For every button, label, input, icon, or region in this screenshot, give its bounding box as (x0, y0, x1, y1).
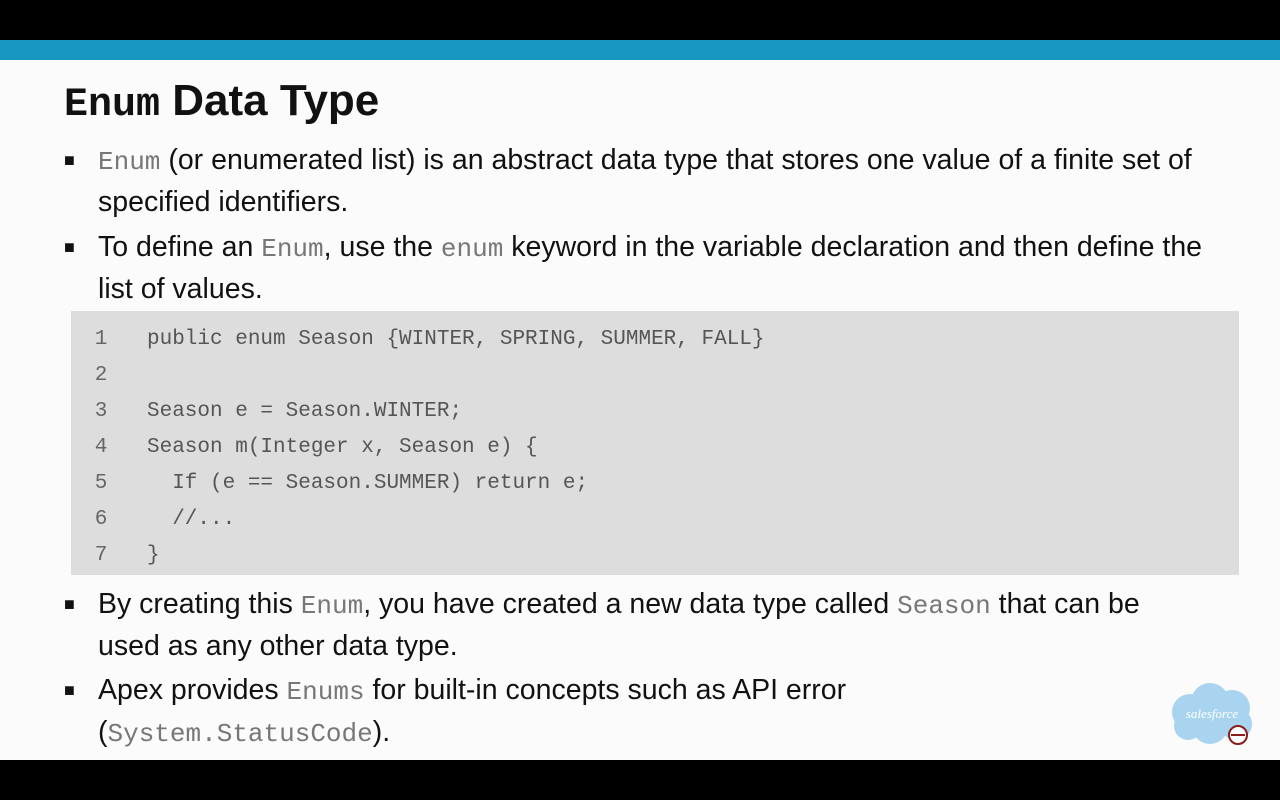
video-frame: Enum Data Type ■ Enum (or enumerated lis… (0, 0, 1280, 800)
salesforce-cloud-logo-icon: salesforce (1172, 683, 1252, 745)
inline-code: Enum (261, 234, 324, 264)
bullet-text-segment: , you have created a new data type calle… (363, 588, 898, 620)
bullet-text-segment: ). (372, 716, 391, 748)
code-line-text: If (e == Season.SUMMER) return e; (147, 471, 589, 495)
slide-title-text: Data Type (172, 76, 380, 125)
code-line-number: 5 (94, 471, 108, 495)
code-line-text: public enum Season {WINTER, SPRING, SUMM… (147, 327, 765, 351)
slide: Enum Data Type ■ Enum (or enumerated lis… (0, 40, 1280, 760)
bullet-square-icon: ■ (64, 680, 75, 700)
bullet-item: ■ Enum (or enumerated list) is an abstra… (64, 140, 1224, 222)
inline-code: System.StatusCode (107, 719, 373, 749)
bullet-text-segment: Apex provides (98, 674, 287, 706)
inline-code: Enum (98, 147, 161, 177)
bullet-text: To define an Enum, use the enum keyword … (98, 227, 1224, 309)
bullet-item: ■ Apex provides Enums for built-in conce… (64, 670, 1064, 754)
bullet-text-segment: To define an (98, 231, 262, 263)
code-line: 3 Season e = Season.WINTER; (71, 393, 462, 429)
code-line-text: Season m(Integer x, Season e) { (147, 435, 538, 459)
bottom-letterbox (0, 760, 1280, 800)
bullet-item: ■ By creating this Enum, you have create… (64, 584, 1164, 666)
slide-accent-bar (0, 40, 1280, 60)
code-line-number: 4 (94, 435, 108, 459)
bullet-text: Enum (or enumerated list) is an abstract… (98, 140, 1224, 222)
inline-code: Enum (300, 591, 364, 621)
code-line: 1 public enum Season {WINTER, SPRING, SUM… (71, 321, 765, 357)
bullet-square-icon: ■ (64, 150, 75, 170)
inline-code: enum (440, 234, 504, 264)
code-line: 4 Season m(Integer x, Season e) { (71, 429, 538, 465)
code-line: 5 If (e == Season.SUMMER) return e; (71, 465, 588, 501)
bullet-text-segment: , use the (323, 231, 441, 263)
inline-code: Enums (286, 677, 365, 707)
logo-text: salesforce (1186, 706, 1238, 721)
bullet-text-segment: (or enumerated list) is an abstract data… (98, 144, 1192, 218)
code-line-number: 6 (94, 507, 108, 531)
bullet-text: By creating this Enum, you have created … (98, 584, 1164, 666)
bullet-text: Apex provides Enums for built-in concept… (98, 670, 1064, 754)
code-block: 1 public enum Season {WINTER, SPRING, SUM… (71, 311, 1239, 575)
inline-code: Season (897, 591, 991, 621)
code-line-text: } (147, 543, 160, 567)
code-line-number: 3 (94, 399, 108, 423)
bullet-text-segment: By creating this (98, 588, 301, 620)
bullet-square-icon: ■ (64, 237, 75, 257)
code-line: 6 //... (71, 501, 236, 537)
code-line-text: //... (147, 507, 236, 531)
code-line-text: Season e = Season.WINTER; (147, 399, 463, 423)
bullet-item: ■ To define an Enum, use the enum keywor… (64, 227, 1224, 309)
code-line: 7} (71, 537, 160, 573)
slide-title-code: Enum (64, 83, 161, 128)
code-line-number: 7 (94, 543, 108, 567)
bullet-square-icon: ■ (64, 594, 75, 614)
slide-title: Enum Data Type (64, 76, 379, 129)
code-line: 2 (71, 357, 147, 393)
code-line-number: 1 (94, 327, 108, 351)
top-letterbox (0, 0, 1280, 40)
code-line-number: 2 (94, 363, 108, 387)
